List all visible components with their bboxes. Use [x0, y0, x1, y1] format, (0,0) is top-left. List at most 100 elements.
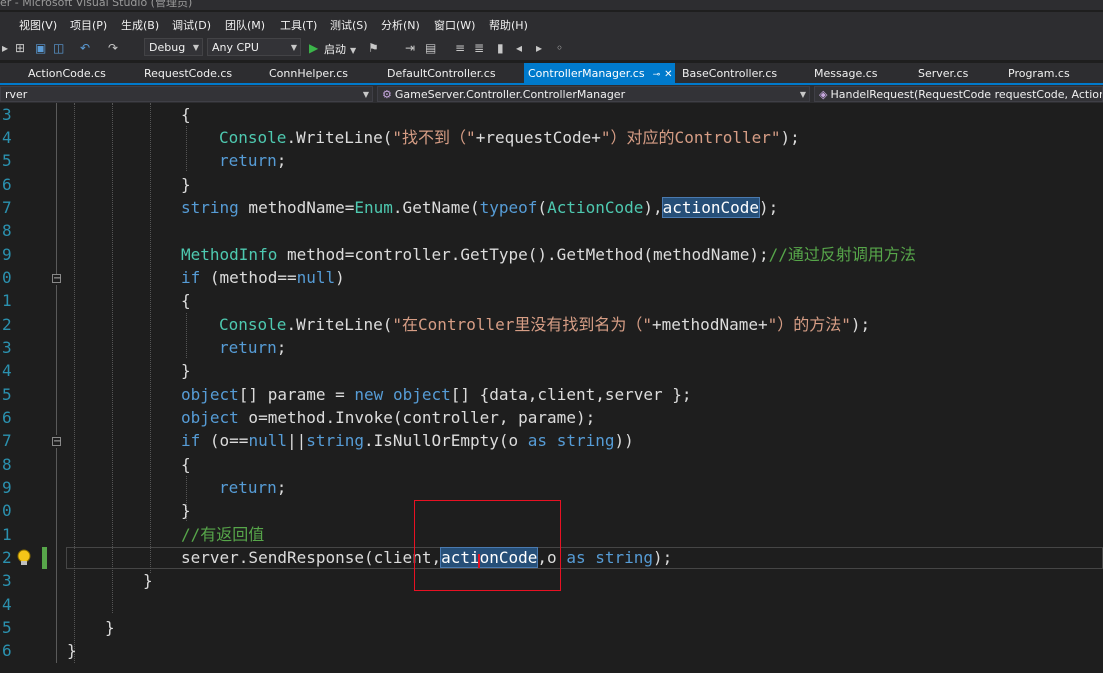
close-icon[interactable]: ✕ — [664, 69, 672, 80]
indent-guide — [150, 103, 151, 573]
menu-help[interactable]: 帮助(H) — [489, 17, 528, 33]
line-number: 6 — [2, 641, 12, 660]
bookmark-icon[interactable]: ▮ — [497, 41, 504, 55]
solution-icon[interactable]: ▤ — [425, 41, 436, 55]
code-line: { — [181, 455, 191, 474]
tab-message[interactable]: Message.cs — [810, 63, 882, 83]
tab-label: Program.cs — [1008, 67, 1070, 80]
line-number: 5 — [2, 151, 12, 170]
code-line: if (o==null||string.IsNullOrEmpty(o as s… — [181, 431, 634, 450]
collapse-icon[interactable]: − — [52, 437, 61, 447]
next-bookmark-icon[interactable]: ▸ — [536, 41, 542, 55]
member-dropdown[interactable]: ◈ HandelRequest(RequestCode requestCode, … — [814, 86, 1103, 102]
line-number: 7 — [2, 198, 12, 217]
menu-tools[interactable]: 工具(T) — [280, 17, 317, 33]
code-line: object[] parame = new object[] {data,cli… — [181, 385, 692, 404]
step-icon[interactable]: ⇥ — [405, 41, 415, 55]
class-dropdown[interactable]: ⚙ GameServer.Controller.ControllerManager… — [377, 86, 810, 102]
code-line: } — [105, 618, 115, 637]
menu-analyze[interactable]: 分析(N) — [381, 17, 420, 33]
comment-icon[interactable]: ≡ — [455, 41, 465, 55]
lightbulb-icon[interactable] — [15, 549, 33, 567]
line-number: 3 — [2, 338, 12, 357]
code-line: } — [67, 641, 77, 660]
attach-icon[interactable]: ⚑ — [368, 41, 379, 55]
uncomment-icon[interactable]: ≣ — [474, 41, 484, 55]
line-number: 5 — [2, 385, 12, 404]
tab-connhelper[interactable]: ConnHelper.cs — [265, 63, 352, 83]
new-project-icon[interactable]: ⊞ — [15, 41, 25, 55]
line-number: 5 — [2, 618, 12, 637]
tab-defaultcontroller[interactable]: DefaultController.cs — [383, 63, 500, 83]
class-name: GameServer.Controller.ControllerManager — [394, 88, 626, 101]
tab-actioncode[interactable]: ActionCode.cs — [24, 63, 110, 83]
line-number: 6 — [2, 408, 12, 427]
undo-icon[interactable]: ↶ — [80, 41, 90, 55]
line-number: 9 — [2, 478, 12, 497]
line-number: 9 — [2, 245, 12, 264]
menu-view[interactable]: 视图(V) — [19, 17, 57, 33]
document-tabs: ActionCode.cs RequestCode.cs ConnHelper.… — [0, 63, 1103, 85]
code-line: MethodInfo method=controller.GetType().G… — [181, 245, 916, 264]
indent-guide — [74, 103, 75, 663]
tab-requestcode[interactable]: RequestCode.cs — [140, 63, 236, 83]
code-line: { — [181, 291, 191, 310]
tab-label: ActionCode.cs — [28, 67, 106, 80]
menu-window[interactable]: 窗口(W) — [434, 17, 475, 33]
prev-bookmark-icon[interactable]: ◂ — [516, 41, 522, 55]
project-dropdown[interactable]: rver ▼ — [0, 86, 373, 102]
clear-bookmark-icon[interactable]: ◦ — [556, 41, 563, 55]
menu-build[interactable]: 生成(B) — [121, 17, 159, 33]
code-line: return; — [219, 151, 287, 170]
window-title: er - Microsoft Visual Studio (管理员) — [0, 0, 193, 9]
tab-server[interactable]: Server.cs — [914, 63, 972, 83]
line-number: 7 — [2, 431, 12, 450]
navigation-bar: rver ▼ ⚙ GameServer.Controller.Controller… — [0, 85, 1103, 103]
save-icon[interactable]: ▣ — [35, 41, 46, 55]
tab-label: BaseController.cs — [682, 67, 778, 80]
chevron-down-icon: ▼ — [192, 43, 199, 52]
line-number: 4 — [2, 361, 12, 380]
code-line: object o=method.Invoke(controller, param… — [181, 408, 596, 427]
code-line: } — [143, 571, 153, 590]
menu-project[interactable]: 项目(P) — [70, 17, 107, 33]
line-number: 3 — [2, 105, 12, 124]
line-number: 2 — [2, 548, 12, 567]
save-all-icon[interactable]: ◫ — [53, 41, 64, 55]
indent-guide — [112, 103, 113, 613]
code-editor[interactable]: 3 4 5 6 7 8 9 0 1 2 3 4 5 6 7 8 9 0 1 2 … — [0, 103, 1103, 673]
text-cursor — [478, 554, 480, 568]
tab-basecontroller[interactable]: BaseController.cs — [678, 63, 781, 83]
code-line: string methodName=Enum.GetName(typeof(Ac… — [181, 197, 779, 218]
member-name: HandelRequest(RequestCode requestCode, A… — [830, 88, 1102, 101]
tab-label: RequestCode.cs — [144, 67, 233, 80]
menu-test[interactable]: 测试(S) — [330, 17, 368, 33]
line-number: 1 — [2, 525, 12, 544]
tab-controllermanager[interactable]: ControllerManager.cs ⊸ ✕ — [524, 63, 675, 83]
menu-team[interactable]: 团队(M) — [225, 17, 265, 33]
pin-icon[interactable]: ⊸ — [653, 70, 661, 80]
code-line: //有返回值 — [181, 525, 265, 544]
title-bar: er - Microsoft Visual Studio (管理员) — [0, 0, 1103, 10]
indent-guide — [186, 313, 187, 358]
indent-guide — [186, 126, 187, 171]
collapse-icon[interactable]: − — [52, 274, 61, 284]
line-number: 0 — [2, 501, 12, 520]
start-icon[interactable]: ▶ — [309, 41, 318, 55]
code-line: } — [181, 361, 191, 380]
configuration-select[interactable]: Debug ▼ — [144, 38, 203, 56]
tab-program[interactable]: Program.cs — [1004, 63, 1074, 83]
chevron-down-icon[interactable]: ▼ — [350, 44, 356, 58]
line-number: 2 — [2, 315, 12, 334]
menu-debug[interactable]: 调试(D) — [172, 17, 211, 33]
platform-value: Any CPU — [212, 41, 259, 54]
line-number: 3 — [2, 571, 12, 590]
platform-select[interactable]: Any CPU ▼ — [207, 38, 301, 56]
toolbar: ▸ ⊞ ▣ ◫ ↶ ↷ Debug ▼ Any CPU ▼ ▶ 启动 ▼ ⚑ ⇥… — [0, 36, 1103, 60]
nav-back-icon[interactable]: ▸ — [2, 41, 8, 55]
configuration-value: Debug — [149, 41, 186, 54]
outline-line — [56, 285, 57, 435]
redo-icon[interactable]: ↷ — [108, 41, 118, 55]
outline-line — [56, 103, 57, 278]
start-button[interactable]: 启动 — [324, 41, 346, 57]
